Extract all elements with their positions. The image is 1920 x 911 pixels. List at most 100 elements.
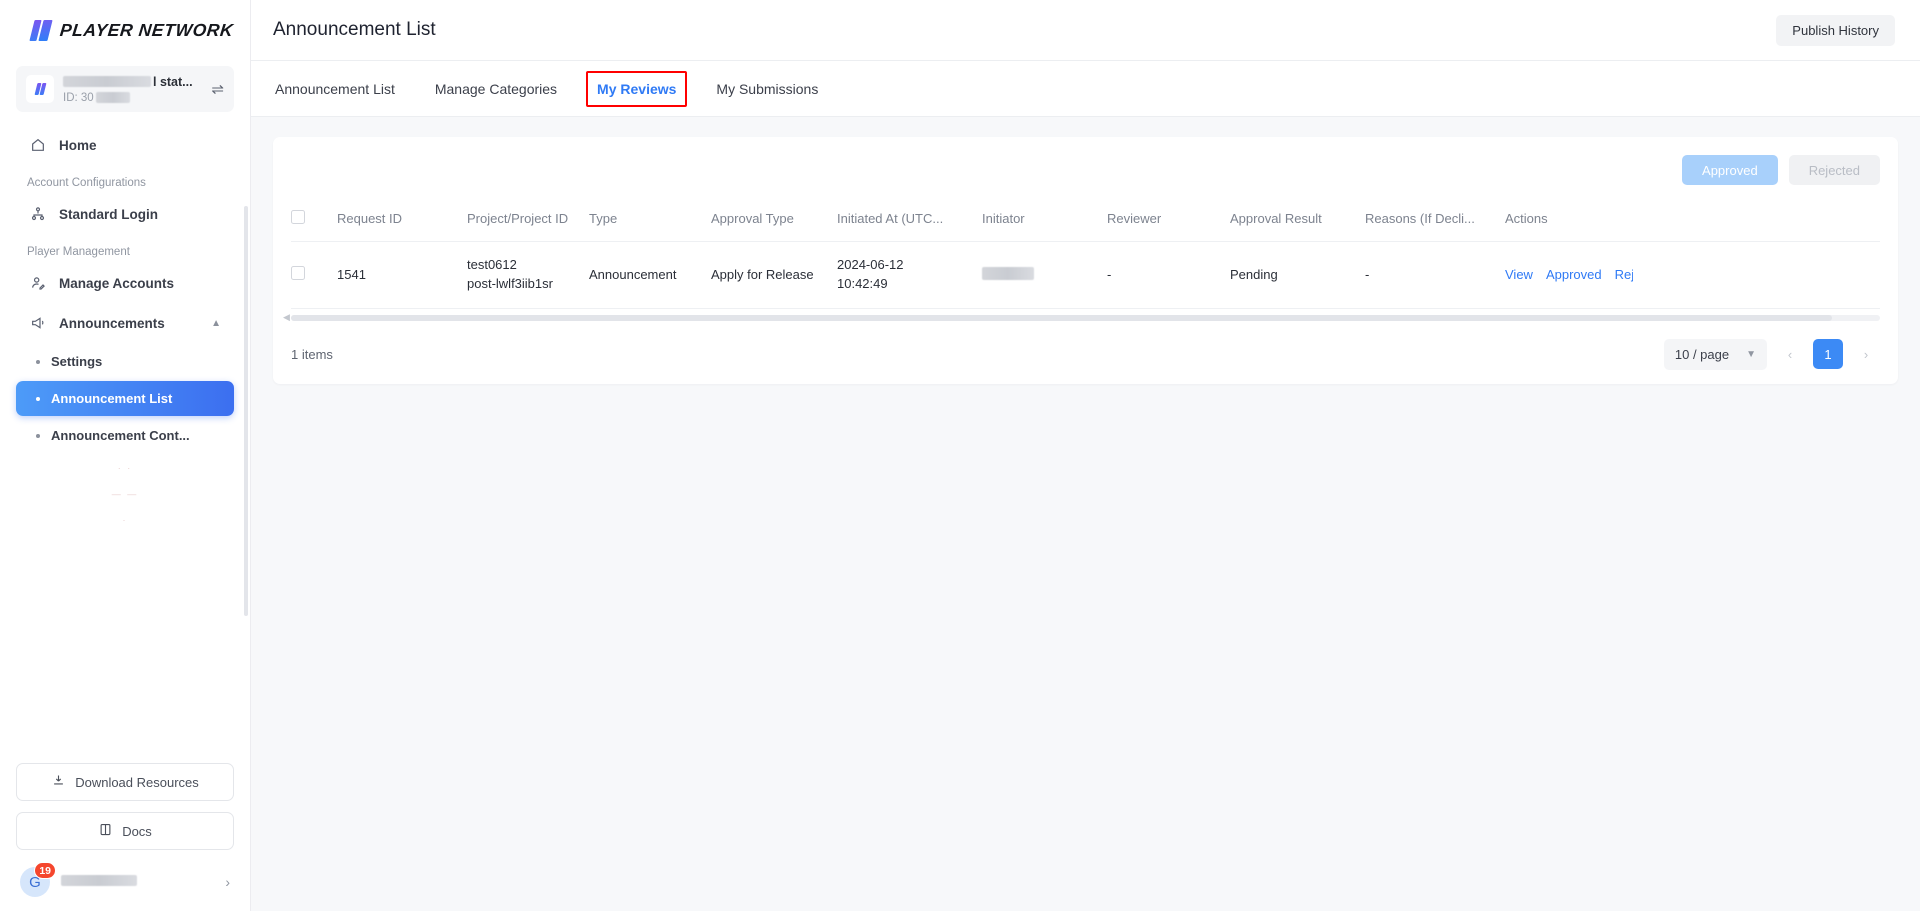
col-header-request-id: Request ID bbox=[337, 202, 467, 242]
reviews-table: Request ID Project/Project ID Type Appro… bbox=[291, 202, 1880, 309]
col-header-type: Type bbox=[589, 202, 711, 242]
player-network-logo-icon bbox=[32, 20, 50, 41]
cell-reviewer: - bbox=[1107, 242, 1230, 309]
cell-reasons: - bbox=[1365, 242, 1505, 309]
next-page-button[interactable]: › bbox=[1852, 340, 1880, 368]
download-resources-button[interactable]: Download Resources bbox=[16, 763, 234, 801]
sitemap-icon bbox=[29, 206, 46, 223]
prev-page-button[interactable]: ‹ bbox=[1776, 340, 1804, 368]
col-header-initiator: Initiator bbox=[982, 202, 1107, 242]
tab-manage-categories[interactable]: Manage Categories bbox=[433, 77, 559, 101]
book-icon bbox=[98, 822, 113, 840]
account-switcher[interactable]: l stat... ID: 30 ⇌ bbox=[16, 66, 234, 112]
col-header-reasons: Reasons (If Decli... bbox=[1365, 202, 1505, 242]
scroll-left-icon[interactable]: ◀ bbox=[283, 312, 290, 323]
col-header-actions: Actions bbox=[1505, 202, 1880, 242]
account-logo-icon bbox=[26, 75, 54, 103]
docs-button[interactable]: Docs bbox=[16, 812, 234, 850]
chevron-down-icon: ▼ bbox=[1746, 349, 1756, 360]
sidebar-faint-artifact: — — bbox=[0, 481, 250, 507]
account-name: l stat... bbox=[153, 75, 193, 89]
initiator-redacted bbox=[982, 267, 1034, 280]
docs-label: Docs bbox=[122, 824, 152, 839]
pagination: 10 / page ▼ ‹ 1 › bbox=[1664, 339, 1880, 370]
user-profile-row[interactable]: G 19 › bbox=[16, 861, 234, 901]
brand-header: PLAYER NETWORK bbox=[0, 0, 250, 60]
col-header-reviewer: Reviewer bbox=[1107, 202, 1230, 242]
col-header-initiated-at: Initiated At (UTC... bbox=[837, 202, 982, 242]
chevron-right-icon[interactable]: › bbox=[225, 874, 230, 890]
initiated-time: 10:42:49 bbox=[837, 275, 982, 294]
reviews-card: Approved Rejected Request bbox=[273, 137, 1898, 384]
account-name-redacted bbox=[63, 76, 151, 87]
app-root: PLAYER NETWORK l stat... ID: 30 ⇌ bbox=[0, 0, 1920, 911]
bulk-approve-button[interactable]: Approved bbox=[1682, 155, 1778, 185]
sidebar-subitem-label: Settings bbox=[51, 354, 102, 369]
sidebar-subitem-settings[interactable]: Settings bbox=[16, 344, 234, 379]
brand-name: PLAYER NETWORK bbox=[59, 20, 235, 41]
sidebar-footer: Download Resources Docs G 19 › bbox=[0, 763, 250, 911]
table-horizontal-scrollbar[interactable]: ◀ bbox=[291, 315, 1880, 321]
page-size-select[interactable]: 10 / page ▼ bbox=[1664, 339, 1767, 370]
row-select-cell bbox=[291, 242, 337, 309]
sidebar-scrollbar[interactable] bbox=[244, 206, 248, 616]
sidebar-item-announcements[interactable]: Announcements ▲ bbox=[16, 304, 234, 342]
page-number-1[interactable]: 1 bbox=[1813, 339, 1843, 369]
tab-bar: Announcement List Manage Categories My R… bbox=[251, 61, 1920, 117]
sidebar-item-label: Manage Accounts bbox=[59, 276, 174, 291]
action-approve[interactable]: Approved bbox=[1546, 267, 1602, 282]
page-size-label: 10 / page bbox=[1675, 347, 1729, 362]
user-edit-icon bbox=[29, 275, 46, 292]
sidebar-item-home[interactable]: Home bbox=[16, 126, 234, 164]
sidebar-subitem-label: Announcement Cont... bbox=[51, 428, 190, 443]
sidebar-item-label: Announcements bbox=[59, 316, 165, 331]
table-footer: 1 items 10 / page ▼ ‹ 1 › bbox=[291, 339, 1880, 370]
tab-my-submissions[interactable]: My Submissions bbox=[714, 77, 820, 101]
sidebar-item-label: Standard Login bbox=[59, 207, 158, 222]
publish-history-button[interactable]: Publish History bbox=[1776, 15, 1895, 46]
main-area: Announcement List Publish History Announ… bbox=[251, 0, 1920, 911]
cell-type: Announcement bbox=[589, 242, 711, 309]
bulk-reject-button[interactable]: Rejected bbox=[1789, 155, 1880, 185]
table-row: 1541 test0612 post-lwlf3iib1sr Announcem… bbox=[291, 242, 1880, 309]
sidebar-item-manage-accounts[interactable]: Manage Accounts bbox=[16, 264, 234, 302]
col-header-project: Project/Project ID bbox=[467, 202, 589, 242]
notification-badge: 19 bbox=[34, 862, 56, 879]
initiated-date: 2024-06-12 bbox=[837, 256, 982, 275]
avatar-wrapper: G 19 bbox=[20, 867, 50, 897]
cell-approval-type: Apply for Release bbox=[711, 242, 837, 309]
bullet-icon bbox=[36, 434, 40, 438]
bulk-action-toolbar: Approved Rejected bbox=[291, 155, 1880, 185]
items-count: 1 items bbox=[291, 347, 333, 362]
sidebar-item-label: Home bbox=[59, 138, 97, 153]
top-bar: Announcement List Publish History bbox=[251, 0, 1920, 61]
sidebar-subitem-label: Announcement List bbox=[51, 391, 172, 406]
user-name-redacted bbox=[61, 873, 214, 891]
tab-announcement-list[interactable]: Announcement List bbox=[273, 77, 397, 101]
sidebar: PLAYER NETWORK l stat... ID: 30 ⇌ bbox=[0, 0, 251, 911]
sidebar-caption-account-configurations: Account Configurations bbox=[16, 166, 234, 193]
sidebar-subitem-announcement-list[interactable]: Announcement List bbox=[16, 381, 234, 416]
swap-horizontal-icon[interactable]: ⇌ bbox=[211, 80, 224, 98]
sidebar-item-standard-login[interactable]: Standard Login bbox=[16, 195, 234, 233]
table-header-row: Request ID Project/Project ID Type Appro… bbox=[291, 202, 1880, 242]
row-checkbox[interactable] bbox=[291, 266, 305, 280]
account-id: ID: 30 bbox=[63, 92, 202, 104]
page-title: Announcement List bbox=[273, 19, 436, 41]
cell-actions: View Approved Rej bbox=[1505, 242, 1880, 309]
download-resources-label: Download Resources bbox=[75, 775, 199, 790]
cell-project: test0612 post-lwlf3iib1sr bbox=[467, 242, 589, 309]
action-view[interactable]: View bbox=[1505, 267, 1533, 282]
sidebar-caption-player-management: Player Management bbox=[16, 235, 234, 262]
sidebar-subitem-announcement-content[interactable]: Announcement Cont... bbox=[16, 418, 234, 453]
download-icon bbox=[51, 773, 66, 791]
bullet-icon bbox=[36, 360, 40, 364]
sidebar-nav: Home Account Configurations Standard Log… bbox=[0, 116, 250, 763]
select-all-checkbox[interactable] bbox=[291, 210, 305, 224]
tab-my-reviews[interactable]: My Reviews bbox=[595, 77, 678, 101]
chevron-up-icon[interactable]: ▲ bbox=[211, 318, 221, 329]
project-name: test0612 bbox=[467, 256, 589, 275]
col-header-approval-type: Approval Type bbox=[711, 202, 837, 242]
action-reject[interactable]: Rej bbox=[1615, 267, 1633, 282]
sidebar-faint-artifact: · bbox=[0, 507, 250, 533]
